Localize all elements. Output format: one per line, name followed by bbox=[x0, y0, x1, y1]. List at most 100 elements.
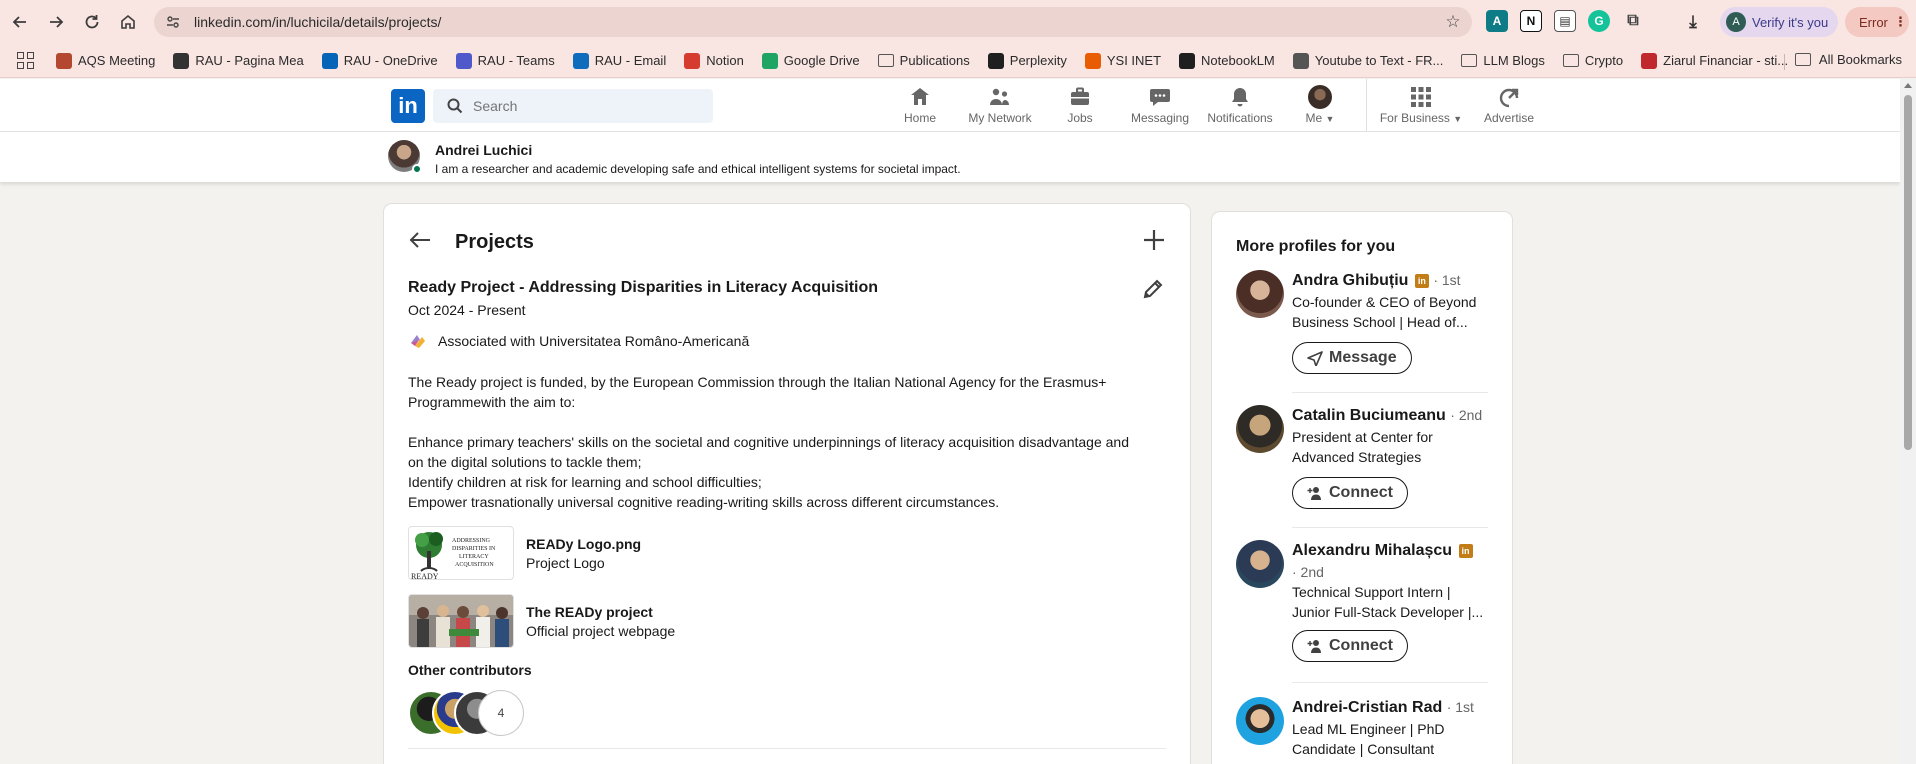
add-project-icon[interactable] bbox=[1141, 227, 1167, 253]
scroll-up-arrow-icon[interactable] bbox=[1904, 83, 1912, 88]
all-bookmarks-button[interactable]: All Bookmarks bbox=[1794, 52, 1902, 67]
extension-icon-1[interactable]: A bbox=[1486, 10, 1508, 32]
grammarly-extension-icon[interactable]: G bbox=[1588, 10, 1610, 32]
person-avatar[interactable] bbox=[1236, 540, 1284, 588]
bookmark-item[interactable]: AQS Meeting bbox=[56, 52, 155, 69]
edit-pencil-icon[interactable] bbox=[1141, 277, 1165, 301]
nav-jobs[interactable]: Jobs bbox=[1040, 85, 1120, 131]
person-name[interactable]: Alexandru Mihalașcu bbox=[1292, 542, 1452, 559]
back-arrow-icon[interactable] bbox=[408, 228, 432, 252]
notion-extension-icon[interactable]: N bbox=[1520, 10, 1542, 32]
page-scrollbar[interactable] bbox=[1900, 79, 1916, 764]
nav-notifications-label: Notifications bbox=[1207, 111, 1273, 125]
connect-button-label: Connect bbox=[1329, 637, 1393, 654]
site-info-icon[interactable] bbox=[158, 7, 188, 37]
person-name-line[interactable]: Andra Ghibuțiu in · 1st bbox=[1292, 272, 1461, 290]
url-text[interactable]: linkedin.com/in/luchicila/details/projec… bbox=[194, 14, 441, 30]
bookmarks-bar: AQS Meeting RAU - Pagina Mea RAU - OneDriv… bbox=[0, 44, 1916, 78]
nav-notifications[interactable]: Notifications bbox=[1200, 85, 1280, 131]
bookmark-item[interactable]: RAU - Teams bbox=[455, 52, 555, 69]
bookmark-item[interactable]: RAU - Email bbox=[572, 52, 666, 69]
bookmark-item[interactable]: Publications bbox=[877, 53, 970, 68]
person-avatar[interactable] bbox=[1236, 270, 1284, 318]
folder-icon bbox=[1562, 54, 1579, 67]
linkedin-logo[interactable]: in bbox=[391, 89, 425, 123]
nav-home[interactable]: Home bbox=[880, 85, 960, 131]
bookmark-label: Perplexity bbox=[1009, 53, 1067, 68]
media-item-logo[interactable]: ADDRESSING DISPARITIES IN LITERACY ACQUI… bbox=[408, 526, 641, 580]
bookmark-item[interactable]: RAU - Pagina Mea bbox=[173, 52, 304, 69]
bookmark-item[interactable]: Google Drive bbox=[761, 52, 860, 69]
folder-icon bbox=[1461, 54, 1478, 67]
profile-verify-button[interactable]: A Verify it's you bbox=[1720, 7, 1838, 37]
message-button[interactable]: Message bbox=[1292, 342, 1412, 374]
person-headline: Co-founder & CEO of Beyond Business Scho… bbox=[1292, 294, 1477, 330]
bookmarks-divider bbox=[1784, 54, 1785, 70]
briefcase-icon bbox=[1068, 85, 1092, 109]
bookmark-star-icon[interactable]: ☆ bbox=[1444, 13, 1462, 31]
bookmark-item[interactable]: LLM Blogs bbox=[1461, 53, 1545, 68]
address-bar[interactable]: linkedin.com/in/luchicila/details/projec… bbox=[154, 7, 1472, 37]
connect-button[interactable]: Connect bbox=[1292, 477, 1408, 509]
search-input[interactable] bbox=[473, 98, 693, 114]
forward-icon[interactable] bbox=[38, 4, 74, 40]
apps-grid-icon[interactable] bbox=[14, 50, 36, 72]
person-name-line[interactable]: Catalin Buciumeanu · 2nd bbox=[1292, 407, 1482, 425]
error-button[interactable]: Error ⋮ bbox=[1845, 7, 1909, 37]
nav-for-business[interactable]: For Business ▼ bbox=[1373, 85, 1469, 131]
connect-button[interactable]: Connect bbox=[1292, 630, 1408, 662]
profile-sticky-bar: Andrei Luchici I am a researcher and aca… bbox=[0, 132, 1900, 182]
chat-icon bbox=[1148, 85, 1172, 109]
linkedin-header: in Home My Network Jobs Messaging Notifi… bbox=[0, 79, 1900, 132]
online-status-dot bbox=[412, 164, 422, 174]
bookmark-favicon-icon bbox=[987, 52, 1004, 69]
nav-me[interactable]: Me ▼ bbox=[1280, 85, 1360, 131]
bookmark-label: LLM Blogs bbox=[1483, 53, 1545, 68]
linkedin-premium-badge-icon: in bbox=[1458, 544, 1473, 558]
project-title: Ready Project - Addressing Disparities i… bbox=[408, 279, 879, 296]
bookmark-item[interactable]: YSI INET bbox=[1084, 52, 1161, 69]
reload-icon[interactable] bbox=[74, 4, 110, 40]
person-name[interactable]: Andra Ghibuțiu bbox=[1292, 272, 1408, 289]
nav-messaging[interactable]: Messaging bbox=[1120, 85, 1200, 131]
person-name-line[interactable]: Andrei-Cristian Rad · 1st bbox=[1292, 699, 1474, 717]
logo-thumb-text-3: LITERACY bbox=[459, 554, 489, 560]
person-avatar[interactable] bbox=[1236, 697, 1284, 745]
advertise-icon bbox=[1497, 85, 1521, 109]
logo-thumb-text-4: ACQUISITION bbox=[455, 562, 494, 568]
home-icon[interactable] bbox=[110, 4, 146, 40]
bookmark-item[interactable]: Perplexity bbox=[987, 52, 1067, 69]
bookmark-item[interactable]: Notion bbox=[684, 52, 744, 69]
send-icon bbox=[1307, 351, 1323, 366]
contributors-avatars[interactable]: 4 bbox=[408, 690, 528, 736]
bookmark-item[interactable]: Ziarul Financiar - sti... bbox=[1641, 52, 1788, 69]
nav-my-network[interactable]: My Network bbox=[960, 85, 1040, 131]
person-name-line[interactable]: Alexandru Mihalașcu in bbox=[1292, 542, 1473, 560]
profile-name[interactable]: Andrei Luchici bbox=[435, 142, 532, 158]
menu-kebab-icon: ⋮ bbox=[1893, 14, 1907, 29]
back-icon[interactable] bbox=[2, 4, 38, 40]
more-contributors-count[interactable]: 4 bbox=[478, 690, 524, 736]
grid-icon bbox=[1409, 85, 1433, 109]
bookmark-item[interactable]: Crypto bbox=[1562, 53, 1623, 68]
download-icon[interactable]: ⤓ bbox=[1682, 11, 1704, 33]
puzzle-extensions-icon[interactable]: ⧉ bbox=[1622, 10, 1644, 32]
extension-icon-3[interactable]: ▤ bbox=[1554, 10, 1576, 32]
search-box[interactable] bbox=[433, 89, 713, 123]
nav-advertise[interactable]: Advertise bbox=[1469, 85, 1549, 131]
connection-degree: · 2nd bbox=[1450, 407, 1483, 423]
person-avatar[interactable] bbox=[1236, 405, 1284, 453]
scrollbar-thumb[interactable] bbox=[1904, 95, 1912, 450]
profile-suggestion: Alexandru Mihalașcu in · 2nd Technical S… bbox=[1236, 540, 1492, 662]
profile-suggestion: Catalin Buciumeanu · 2nd President at Ce… bbox=[1236, 405, 1492, 515]
bookmark-item[interactable]: RAU - OneDrive bbox=[321, 52, 438, 69]
person-name[interactable]: Andrei-Cristian Rad bbox=[1292, 699, 1442, 716]
nav-me-label: Me bbox=[1305, 111, 1323, 125]
person-name[interactable]: Catalin Buciumeanu bbox=[1292, 407, 1446, 424]
logo-thumb-text-1: ADDRESSING bbox=[452, 538, 491, 544]
media-item-webpage[interactable]: The READy project Official project webpa… bbox=[408, 594, 675, 648]
person-headline: President at Center for Advanced Strateg… bbox=[1292, 429, 1433, 465]
bookmark-item[interactable]: Youtube to Text - FR... bbox=[1292, 52, 1443, 69]
projects-card: Projects Ready Project - Addressing Disp… bbox=[384, 204, 1190, 764]
bookmark-item[interactable]: NotebookLM bbox=[1179, 52, 1275, 69]
